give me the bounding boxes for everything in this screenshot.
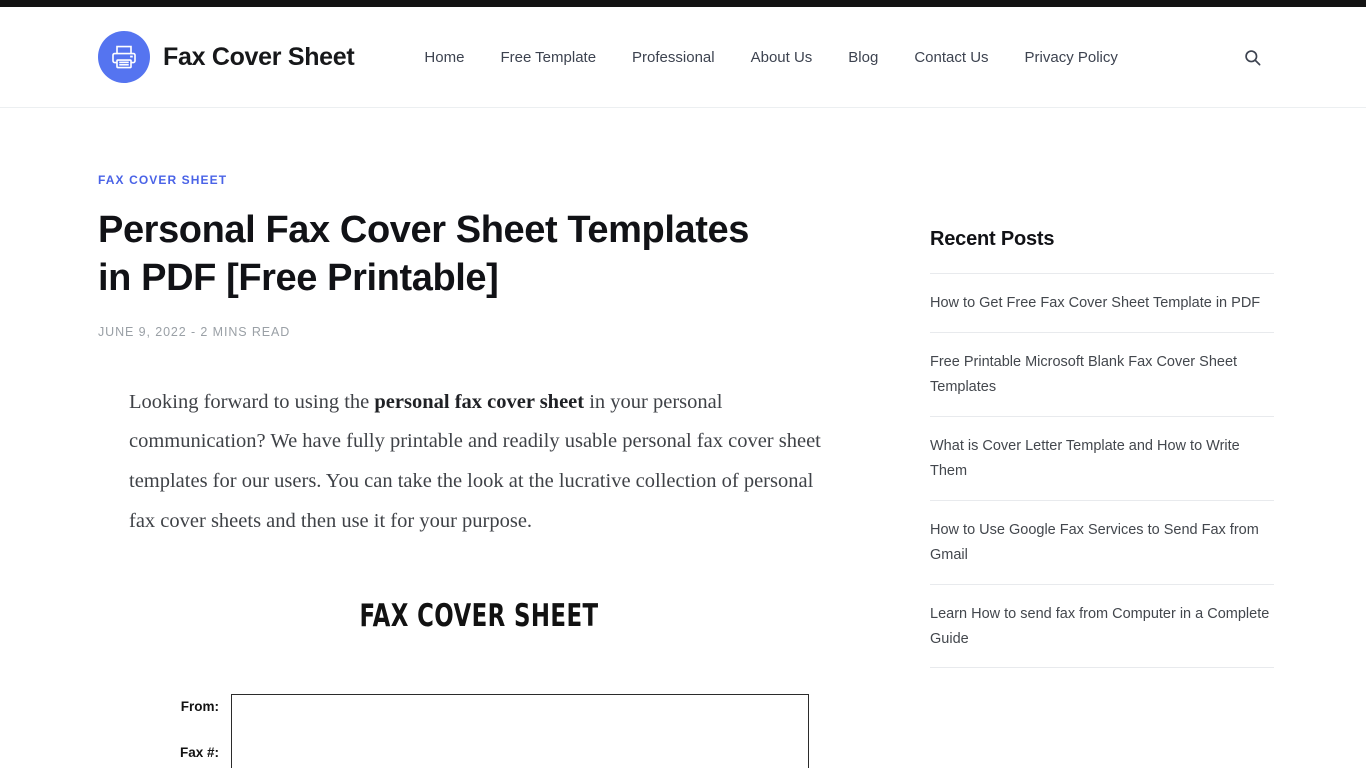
nav-item-home[interactable]: Home — [406, 41, 482, 74]
fax-label-from: From: — [180, 699, 219, 715]
list-item: How to Get Free Fax Cover Sheet Template… — [930, 274, 1274, 333]
site-title: Fax Cover Sheet — [163, 42, 355, 71]
recent-post-link-4[interactable]: How to Use Google Fax Services to Send F… — [930, 501, 1274, 584]
fax-field-labels: From: Fax #: — [165, 694, 231, 768]
recent-post-link-3[interactable]: What is Cover Letter Template and How to… — [930, 417, 1274, 500]
search-icon[interactable] — [1237, 42, 1268, 73]
post-meta: JUNE 9, 2022 - 2 MINS READ — [98, 324, 291, 339]
paragraph-keyword: personal fax cover sheet — [374, 390, 585, 413]
post-body: Looking forward to using the personal fa… — [98, 383, 870, 543]
page-layout: FAX COVER SHEET Personal Fax Cover Sheet… — [0, 108, 1366, 768]
article-content: FAX COVER SHEET Personal Fax Cover Sheet… — [98, 108, 870, 768]
fax-form-row: From: Fax #: — [129, 694, 870, 768]
list-item: Learn How to send fax from Computer in a… — [930, 585, 1274, 669]
sidebar: Recent Posts How to Get Free Fax Cover S… — [930, 108, 1274, 669]
recent-posts-list: How to Get Free Fax Cover Sheet Template… — [930, 274, 1274, 669]
intro-paragraph: Looking forward to using the personal fa… — [129, 383, 841, 543]
nav-item-about-us[interactable]: About Us — [733, 41, 831, 74]
nav-item-professional[interactable]: Professional — [614, 41, 733, 74]
fax-field-box — [231, 694, 809, 768]
fax-template-preview: FAX COVER SHEET From: Fax #: — [98, 598, 870, 768]
recent-post-link-1[interactable]: How to Get Free Fax Cover Sheet Template… — [930, 274, 1274, 332]
site-header: Fax Cover Sheet Home Free Template Profe… — [0, 7, 1366, 108]
nav-item-free-template[interactable]: Free Template — [482, 41, 614, 74]
list-item: Free Printable Microsoft Blank Fax Cover… — [930, 333, 1274, 417]
recent-post-link-2[interactable]: Free Printable Microsoft Blank Fax Cover… — [930, 333, 1274, 416]
paragraph-part-before: Looking forward to using the — [129, 390, 375, 413]
main-navigation: Home Free Template Professional About Us… — [406, 41, 1135, 74]
nav-item-blog[interactable]: Blog — [830, 41, 896, 74]
page-title: Personal Fax Cover Sheet Templates in PD… — [98, 209, 749, 300]
site-logo-link[interactable]: Fax Cover Sheet — [98, 31, 355, 83]
list-item: How to Use Google Fax Services to Send F… — [930, 501, 1274, 585]
fax-sheet-heading: FAX COVER SHEET — [359, 598, 599, 635]
list-item: What is Cover Letter Template and How to… — [930, 417, 1274, 501]
recent-posts-heading: Recent Posts — [930, 228, 1274, 274]
fax-label-fax-number: Fax #: — [179, 744, 219, 760]
header-actions — [1237, 42, 1268, 73]
recent-post-link-5[interactable]: Learn How to send fax from Computer in a… — [930, 585, 1274, 668]
top-accent-bar — [0, 0, 1366, 7]
nav-item-privacy-policy[interactable]: Privacy Policy — [1007, 41, 1136, 74]
post-category-link[interactable]: FAX COVER SHEET — [98, 173, 227, 187]
nav-item-contact-us[interactable]: Contact Us — [896, 41, 1006, 74]
printer-icon — [98, 31, 150, 83]
